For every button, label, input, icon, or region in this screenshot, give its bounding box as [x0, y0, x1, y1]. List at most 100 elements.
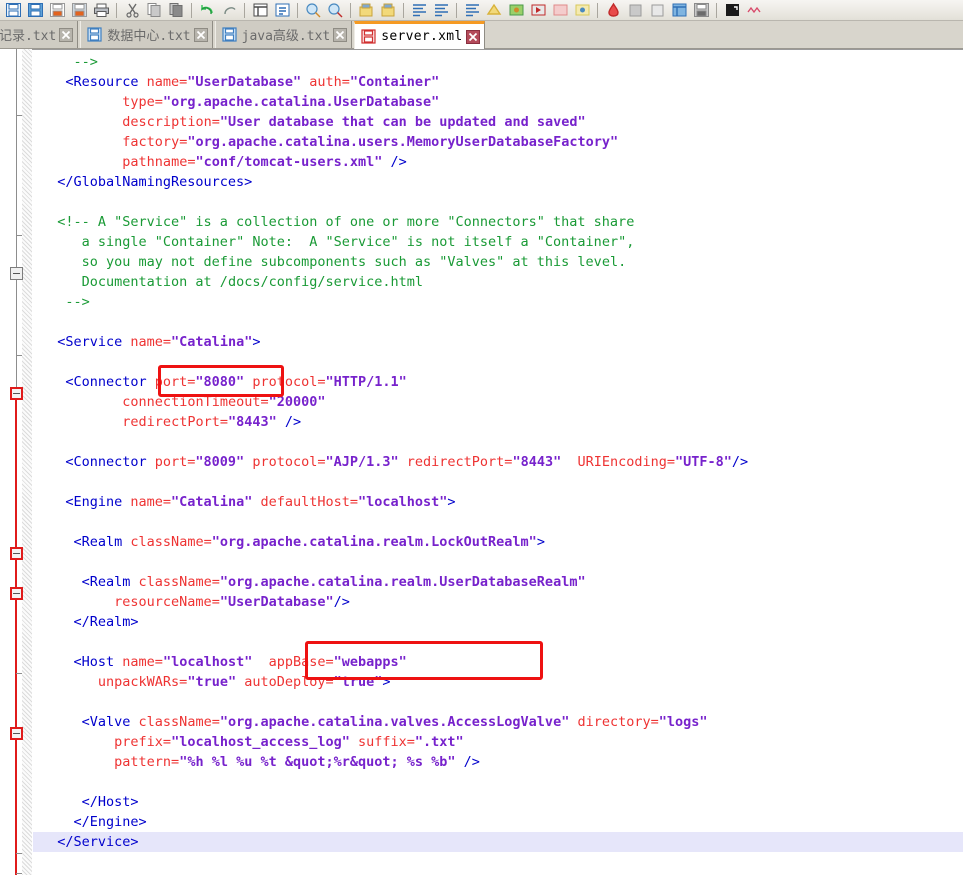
code-line[interactable]: </Engine> — [74, 812, 147, 832]
code-token-vl: "org.apache.catalina.valves.AccessLogVal… — [219, 714, 570, 730]
code-line[interactable]: pattern="%h %l %u %t &quot;%r&quot; %s %… — [114, 752, 480, 772]
tab-close-icon[interactable] — [333, 27, 348, 42]
code-line[interactable]: <Engine name="Catalina" defaultHost="loc… — [65, 492, 455, 512]
find-replace-icon[interactable] — [250, 1, 270, 20]
code-line[interactable]: <Connector port="8009" protocol="AJP/1.3… — [65, 452, 748, 472]
code-content[interactable]: --> <Resource name="UserDatabase" auth="C… — [33, 49, 963, 875]
find-next-icon[interactable] — [272, 1, 292, 20]
code-token-tg: <Engine — [65, 494, 131, 510]
preview-icon[interactable] — [572, 1, 592, 20]
code-line[interactable]: a single "Container" Note: A "Service" i… — [82, 232, 635, 252]
code-token-at: redirectPort= — [122, 414, 228, 430]
code-line[interactable]: --> — [65, 292, 89, 312]
code-line[interactable]: so you may not define subcomponents such… — [82, 252, 627, 272]
record-macro-icon[interactable] — [603, 1, 623, 20]
tab-close-icon[interactable] — [193, 27, 208, 42]
tab-item[interactable]: java高级.txt — [214, 21, 353, 48]
code-line[interactable]: <Valve className="org.apache.catalina.va… — [82, 712, 708, 732]
current-line-highlight — [33, 832, 963, 852]
code-line[interactable]: <Resource name="UserDatabase" auth="Cont… — [65, 72, 439, 92]
document-map-icon[interactable] — [550, 1, 570, 20]
code-line[interactable]: <Realm className="org.apache.catalina.re… — [82, 572, 586, 592]
show-all-chars-icon[interactable] — [431, 1, 451, 20]
save-as-icon[interactable] — [47, 1, 67, 20]
code-line[interactable]: <Realm className="org.apache.catalina.re… — [74, 532, 545, 552]
macro-play-icon[interactable] — [528, 1, 548, 20]
code-line[interactable]: factory="org.apache.catalina.users.Memor… — [122, 132, 618, 152]
code-token-tg: <Host — [73, 654, 123, 670]
save-icon[interactable] — [25, 1, 45, 20]
fold-toggle-box[interactable] — [10, 727, 23, 740]
code-line[interactable]: type="org.apache.catalina.UserDatabase" — [122, 92, 439, 112]
code-token-tg: > — [536, 534, 545, 550]
redo-icon[interactable] — [219, 1, 239, 20]
tab-active[interactable]: server.xml — [354, 21, 485, 49]
fold-toggle-box[interactable] — [10, 267, 23, 280]
code-line[interactable]: </GlobalNamingResources> — [57, 172, 252, 192]
code-line[interactable]: --> — [74, 52, 98, 72]
word-wrap-icon[interactable] — [409, 1, 429, 20]
paste-icon[interactable] — [166, 1, 186, 20]
code-line[interactable]: <Connector port="8080" protocol="HTTP/1.… — [65, 372, 406, 392]
tab-bar: 记录.txt 数据中心.txt java高级.txt server.xml — [0, 21, 963, 49]
code-token-at: appBase= — [252, 654, 334, 670]
macro-record-icon[interactable] — [506, 1, 526, 20]
code-line[interactable]: </Host> — [82, 792, 139, 812]
fold-toggle-box[interactable] — [10, 587, 23, 600]
tab-close-icon[interactable] — [59, 27, 74, 42]
code-line[interactable]: <Service name="Catalina"> — [57, 332, 260, 352]
fold-connector-red — [15, 397, 17, 875]
code-token-at: autoDeploy= — [236, 674, 334, 690]
code-line[interactable]: </Service> — [57, 832, 138, 852]
code-line[interactable]: description="User database that can be u… — [122, 112, 585, 132]
fold-tick — [16, 355, 22, 356]
code-line[interactable]: connectionTimeout="20000" — [122, 392, 325, 412]
code-line[interactable]: Documentation at /docs/config/service.ht… — [82, 272, 423, 292]
spell-check-icon[interactable] — [744, 1, 764, 20]
run-icon[interactable] — [722, 1, 742, 20]
tab-item[interactable]: 记录.txt — [0, 21, 79, 48]
stop-macro-icon[interactable] — [625, 1, 645, 20]
undo-icon[interactable] — [197, 1, 217, 20]
fold-gutter[interactable] — [0, 49, 32, 875]
fold-all-icon[interactable] — [484, 1, 504, 20]
playback-macro-icon[interactable] — [647, 1, 667, 20]
indent-guide-icon[interactable] — [462, 1, 482, 20]
print-icon[interactable] — [91, 1, 111, 20]
code-token-vl: "org.apache.catalina.users.MemoryUserDat… — [187, 134, 619, 150]
code-token-at: className= — [130, 534, 212, 550]
run-macro-multiple-icon[interactable] — [669, 1, 689, 20]
new-file-icon[interactable] — [3, 1, 23, 20]
copy-icon[interactable] — [144, 1, 164, 20]
code-token-cm: --> — [65, 294, 90, 310]
code-token-vl: "org.apache.catalina.UserDatabase" — [162, 94, 440, 110]
bookmark-icon[interactable] — [356, 1, 376, 20]
code-token-vl: "true" — [333, 674, 383, 690]
zoom-out-icon[interactable] — [325, 1, 345, 20]
code-editor[interactable]: --> <Resource name="UserDatabase" auth="C… — [0, 49, 963, 875]
save-all-icon[interactable] — [69, 1, 89, 20]
toolbar-separator — [297, 2, 298, 18]
fold-tick — [16, 853, 22, 854]
tab-close-icon[interactable] — [465, 29, 480, 44]
tab-item[interactable]: 数据中心.txt — [80, 21, 213, 48]
code-line[interactable]: prefix="localhost_access_log" suffix=".t… — [114, 732, 464, 752]
fold-toggle-box[interactable] — [10, 387, 23, 400]
code-line[interactable]: </Realm> — [74, 612, 139, 632]
code-token-at: auth= — [301, 74, 350, 90]
fold-tick — [16, 873, 22, 874]
file-text-icon — [87, 27, 102, 42]
code-line[interactable]: pathname="conf/tomcat-users.xml" /> — [122, 152, 406, 172]
code-line[interactable]: <!-- A "Service" is a collection of one … — [57, 212, 634, 232]
code-line[interactable]: <Host name="localhost" appBase="webapps" — [74, 652, 407, 672]
code-line[interactable]: resourceName="UserDatabase"/> — [114, 592, 350, 612]
file-text-icon — [222, 27, 237, 42]
code-line[interactable]: redirectPort="8443" /> — [122, 412, 301, 432]
code-line[interactable]: unpackWARs="true" autoDeploy="true"> — [98, 672, 391, 692]
save-macro-icon[interactable] — [691, 1, 711, 20]
cut-icon[interactable] — [122, 1, 142, 20]
zoom-in-icon[interactable] — [303, 1, 323, 20]
fold-toggle-box[interactable] — [10, 547, 23, 560]
gutter-hatch-strip — [22, 49, 32, 875]
bookmark-next-icon[interactable] — [378, 1, 398, 20]
